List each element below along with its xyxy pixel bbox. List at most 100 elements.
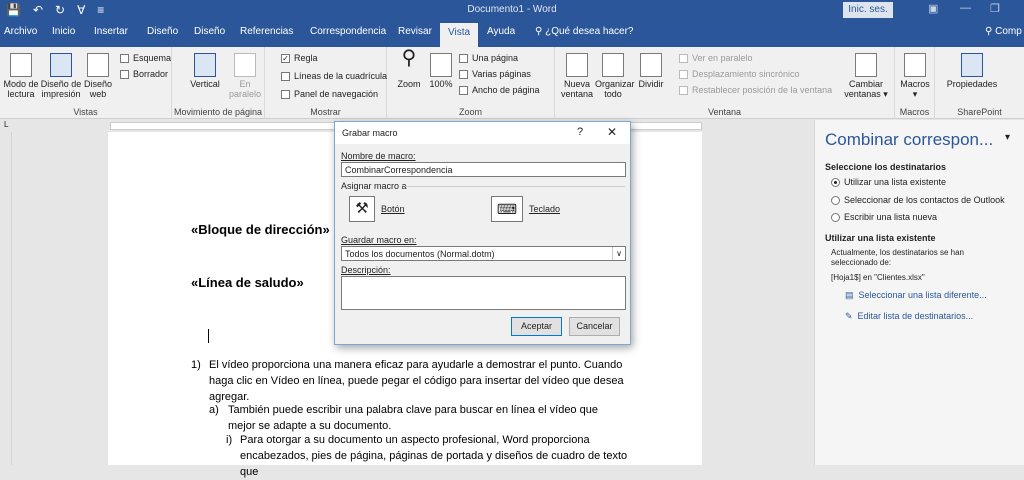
paragraph-i[interactable]: Para otorgar a su documento un aspecto p… — [240, 432, 640, 480]
regla-checkbox[interactable]: ✓ Regla — [281, 53, 318, 63]
descripcion-label: Descripción: — [341, 265, 391, 275]
panel-checkbox[interactable]: Panel de navegación — [281, 89, 378, 99]
tab-ayuda[interactable]: Ayuda — [487, 26, 515, 37]
chevron-down-icon[interactable]: ∨ — [612, 247, 625, 260]
radio-icon — [831, 212, 840, 222]
help-button[interactable]: ? — [577, 126, 583, 138]
restablecer-button[interactable]: Restablecer posición de la ventana — [679, 85, 832, 95]
group-vistas: Modo de lectura Diseño de impresión Dise… — [0, 47, 172, 119]
one-page-icon — [459, 53, 468, 63]
ribbon-display-icon[interactable]: ▣ — [928, 2, 938, 15]
select-list-link[interactable]: ▤ Seleccionar una lista diferente... — [845, 290, 987, 301]
util-heading: Utilizar una lista existente — [825, 233, 936, 243]
minimize-icon[interactable]: — — [960, 2, 971, 14]
zoom-100-button[interactable]: 100% — [427, 53, 455, 89]
login-button[interactable]: Inic. ses. — [843, 2, 893, 18]
dividir-button[interactable]: Dividir — [635, 53, 667, 89]
macros-button[interactable]: Macros ▾ — [898, 53, 932, 99]
macro-name-input[interactable]: CombinarCorrespondencia — [341, 162, 626, 177]
edit-list-icon: ✎ — [845, 311, 853, 321]
group-label-ventana: Ventana — [707, 107, 742, 117]
source-text: [Hoja1$] en "Clientes.xlsx" — [831, 273, 925, 282]
group-sharepoint: Propiedades SharePoint — [935, 47, 1024, 119]
paragraph-1[interactable]: El vídeo proporciona una manera eficaz p… — [209, 357, 639, 405]
asignar-label: Asignar macro a — [341, 181, 407, 191]
globe-icon — [87, 53, 109, 77]
diseno-impresion-button[interactable]: Diseño de impresión — [40, 53, 82, 99]
zoom-100-icon — [430, 53, 452, 77]
group-ventana: Nueva ventana Organizar todo Dividir Ver… — [555, 47, 895, 119]
maximize-icon[interactable]: ❐ — [990, 2, 1000, 15]
tell-me-search[interactable]: ⚲ ¿Qué desea hacer? — [535, 26, 634, 37]
varias-paginas-button[interactable]: Varias páginas — [459, 69, 531, 79]
radio-existente[interactable]: Utilizar una lista existente — [831, 177, 946, 187]
diseno-web-button[interactable]: Diseño web — [84, 53, 112, 99]
tab-revisar[interactable]: Revisar — [398, 26, 432, 37]
group-label-sharepoint: SharePoint — [957, 107, 1002, 117]
guardar-select[interactable]: Todos los documentos (Normal.dotm) ∨ — [341, 246, 626, 261]
bloque-direccion-field[interactable]: «Bloque de dirección» — [191, 222, 330, 237]
organizar-todo-button[interactable]: Organizar todo — [595, 53, 635, 99]
cancelar-button[interactable]: Cancelar — [569, 317, 620, 336]
group-macros: Macros ▾ Macros — [895, 47, 935, 119]
teclado-button[interactable]: ⌨ Teclado — [491, 196, 560, 222]
share-button[interactable]: ⚲ Comp — [985, 26, 1022, 37]
guardar-value: Todos los documentos (Normal.dotm) — [345, 249, 495, 259]
boton-label: Botón — [381, 204, 405, 214]
cambiar-ventanas-button[interactable]: Cambiar ventanas ▾ — [841, 53, 891, 99]
paragraph-a[interactable]: También puede escribir una palabra clave… — [228, 402, 628, 434]
tab-correspondencia[interactable]: Correspondencia — [310, 26, 386, 37]
sel-heading: Seleccione los destinatarios — [825, 162, 947, 172]
dialog-title: Grabar macro — [342, 128, 398, 138]
tab-vista[interactable]: Vista — [440, 23, 479, 47]
aceptar-button[interactable]: Aceptar — [511, 317, 562, 336]
close-icon[interactable]: ✕ — [607, 125, 617, 139]
vertical-button[interactable]: Vertical — [190, 53, 220, 89]
keyboard-icon: ⌨ — [491, 196, 523, 222]
guardar-label: Guardar macro en: — [341, 235, 417, 245]
radio-outlook[interactable]: Seleccionar de los contactos de Outlook — [831, 195, 1005, 205]
zoom-button[interactable]: ⚲ Zoom — [395, 48, 423, 89]
nueva-ventana-button[interactable]: Nueva ventana — [559, 53, 595, 99]
tab-diseno[interactable]: Diseño — [147, 26, 178, 37]
esquema-button[interactable]: Esquema — [120, 53, 171, 63]
pane-options-icon[interactable]: ▾ — [1005, 132, 1010, 143]
title-bar: 💾 ↶ ↻ ∀ ≡ Documento1 - Word Inic. ses. ▣… — [0, 0, 1024, 20]
propiedades-button[interactable]: Propiedades — [943, 53, 1001, 89]
lineas-checkbox[interactable]: Líneas de la cuadrícula — [281, 71, 387, 81]
en-paralelo-button[interactable]: En paralelo — [227, 53, 263, 99]
ribbon-tabs: Archivo Inicio Insertar Diseño Diseño Re… — [0, 20, 1024, 47]
radio-icon — [831, 195, 840, 205]
tab-inicio[interactable]: Inicio — [52, 26, 75, 37]
boton-button[interactable]: ⚒ Botón — [349, 196, 405, 222]
descripcion-textarea[interactable] — [341, 276, 626, 310]
page-icon — [50, 53, 72, 77]
radio-nueva[interactable]: Escribir una lista nueva — [831, 212, 937, 222]
ver-paralelo-button[interactable]: Ver en paralelo — [679, 53, 753, 63]
modo-lectura-button[interactable]: Modo de lectura — [2, 53, 40, 99]
list-roman-i: i) — [226, 434, 233, 446]
group-label-movimiento: Movimiento de página — [173, 107, 263, 117]
person-icon: ⚲ — [985, 26, 993, 37]
una-pagina-button[interactable]: Una página — [459, 53, 518, 63]
check-icon: ✓ — [281, 53, 290, 63]
teclado-label: Teclado — [529, 204, 561, 214]
page-width-icon — [459, 85, 468, 95]
borrador-button[interactable]: Borrador — [120, 69, 168, 79]
ancho-pagina-button[interactable]: Ancho de página — [459, 85, 540, 95]
desplazamiento-button[interactable]: Desplazamiento sincrónico — [679, 69, 800, 79]
macro-name-value: CombinarCorrespondencia — [345, 165, 453, 175]
tab-selector-icon[interactable]: L — [4, 120, 8, 129]
vertical-ruler[interactable] — [0, 132, 12, 465]
tab-referencias[interactable]: Referencias — [240, 26, 293, 37]
edit-list-link[interactable]: ✎ Editar lista de destinatarios... — [845, 311, 973, 322]
tab-archivo[interactable]: Archivo — [4, 26, 37, 37]
macro-icon — [904, 53, 926, 77]
radio-selected-icon — [831, 177, 840, 187]
group-label-macros: Macros — [899, 107, 930, 117]
reset-window-icon — [679, 85, 688, 95]
arrange-icon — [602, 53, 624, 77]
tab-diseno-2[interactable]: Diseño — [194, 26, 225, 37]
linea-saludo-field[interactable]: «Línea de saludo» — [191, 275, 304, 290]
tab-insertar[interactable]: Insertar — [94, 26, 128, 37]
